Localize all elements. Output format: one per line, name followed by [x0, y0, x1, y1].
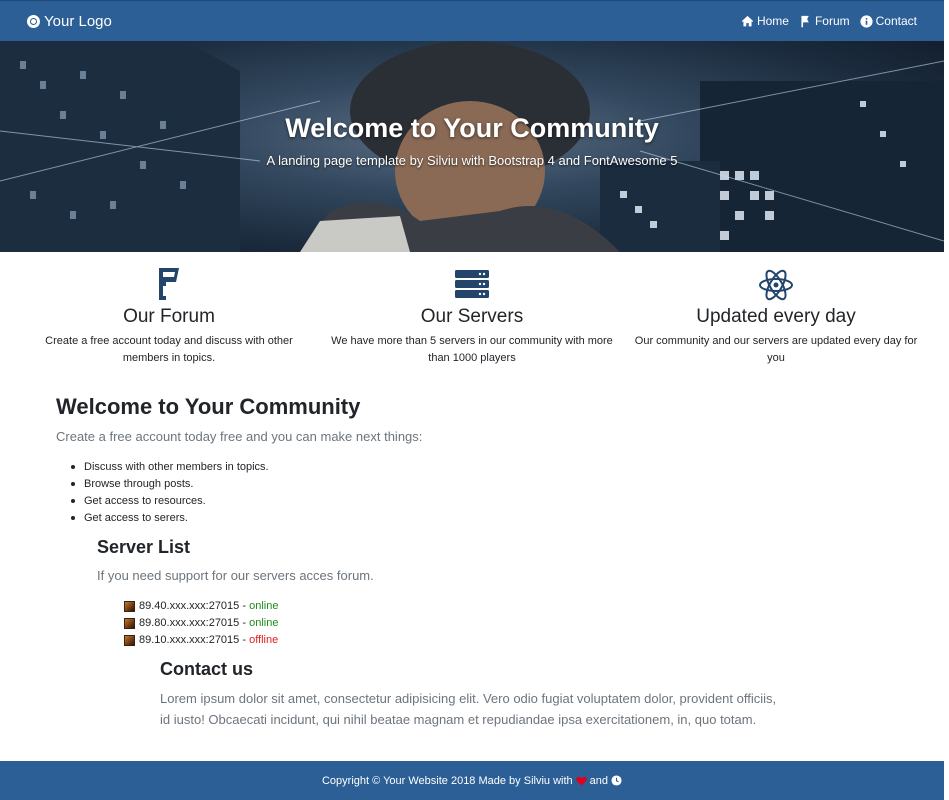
server-address: 89.80.xxx.xxx:27015 — [139, 617, 240, 629]
nav-forum-link[interactable]: Forum — [799, 14, 850, 28]
server-row: 89.80.xxx.xxx:27015 - online — [124, 615, 278, 632]
list-item: Browse through posts. — [71, 476, 269, 493]
server-list-title: Server List — [97, 537, 191, 557]
feature-updated-text: Our community and our servers are update… — [634, 335, 918, 364]
flag-icon — [801, 15, 809, 27]
server-list-lead: If you need support for our servers acce… — [97, 568, 374, 583]
feature-servers-title: Our Servers — [420, 306, 524, 327]
list-item: Get access to resources. — [71, 493, 269, 510]
contact-text: Lorem ipsum dolor sit amet, consectetur … — [160, 691, 777, 727]
server-icon — [455, 270, 489, 298]
list-item: Get access to serers. — [71, 510, 269, 527]
server-row: 89.40.xxx.xxx:27015 - online — [124, 598, 278, 615]
nav-links: Home Forum Contact — [741, 14, 917, 28]
hero-title: Welcome to Your Community — [285, 113, 659, 143]
brand-logo-link[interactable]: Your Logo — [27, 13, 112, 30]
hero-subtitle: A landing page template by Silviu with B… — [266, 153, 678, 168]
heart-icon — [575, 776, 587, 786]
footer: Copyright © Your Website 2018 Made by Si… — [0, 761, 944, 800]
nav-home-link[interactable]: Home — [741, 14, 789, 28]
hero-banner: Welcome to Your Community A landing page… — [0, 41, 944, 252]
feature-servers: Our Servers We have more than 5 servers … — [327, 266, 617, 367]
feature-forum-title: Our Forum — [123, 306, 215, 327]
welcome-lead: Create a free account today free and you… — [56, 429, 423, 444]
server-address: 89.10.xxx.xxx:27015 — [139, 634, 240, 646]
footer-and: and — [589, 774, 608, 787]
feature-updated: Updated every day Our community and our … — [631, 266, 921, 367]
game-icon — [124, 601, 135, 612]
welcome-title: Welcome to Your Community — [56, 394, 361, 419]
game-icon — [124, 635, 135, 646]
contact-title: Contact us — [160, 659, 254, 679]
brand-label: Your Logo — [44, 12, 112, 30]
clock-icon — [611, 775, 622, 786]
feature-forum-text: Create a free account today and discuss … — [45, 335, 293, 364]
footer-copyright: Copyright © Your Website 2018 Made by Si… — [321, 774, 573, 787]
server-separator: - — [239, 600, 250, 612]
nav-contact-link[interactable]: Contact — [860, 14, 917, 28]
server-status: online — [249, 600, 279, 612]
feature-updated-title: Updated every day — [696, 306, 856, 327]
server-status: offline — [249, 634, 279, 646]
home-icon — [741, 15, 754, 26]
server-status: online — [249, 617, 279, 629]
feature-forum: Our Forum Create a free account today an… — [24, 266, 314, 367]
server-address: 89.40.xxx.xxx:27015 — [139, 600, 240, 612]
atom-icon — [759, 269, 793, 301]
welcome-list: Discuss with other members in topics. Br… — [71, 459, 269, 527]
server-separator: - — [239, 617, 250, 629]
logo-icon — [27, 14, 40, 28]
foursquare-icon — [159, 268, 179, 300]
server-list: 89.40.xxx.xxx:27015 - online 89.80.xxx.x… — [124, 598, 278, 649]
server-separator: - — [239, 634, 250, 646]
nav-forum-label: Forum — [814, 14, 850, 28]
info-icon — [860, 14, 873, 28]
hero-background-image — [0, 41, 944, 252]
list-item: Discuss with other members in topics. — [71, 459, 269, 476]
game-icon — [124, 618, 135, 629]
nav-home-label: Home — [756, 14, 789, 28]
nav-contact-label: Contact — [875, 14, 917, 28]
feature-servers-text: We have more than 5 servers in our commu… — [331, 335, 613, 364]
server-row: 89.10.xxx.xxx:27015 - offline — [124, 632, 278, 649]
navbar: Your Logo Home Forum Contact — [0, 0, 944, 41]
